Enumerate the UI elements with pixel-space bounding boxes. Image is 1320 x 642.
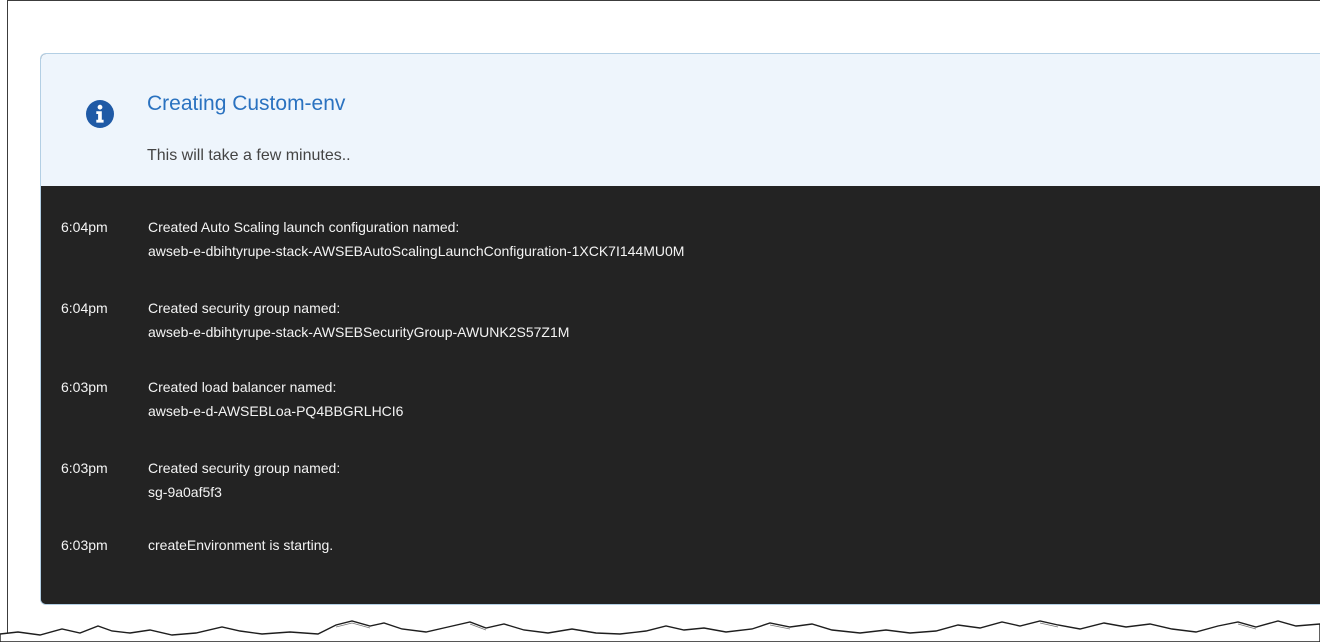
event-message: Created load balancer named: xyxy=(148,379,337,395)
event-message: Created Auto Scaling launch configuratio… xyxy=(148,219,460,235)
status-subtitle: This will take a few minutes.. xyxy=(147,147,351,164)
environment-status-panel: Creating Custom-env This will take a few… xyxy=(40,53,1320,605)
event-time: 6:03pm xyxy=(61,537,108,553)
torn-paper-edge xyxy=(0,620,1320,642)
event-time: 6:03pm xyxy=(61,379,108,395)
event-message: Created security group named: xyxy=(148,460,341,476)
page-title: Creating Custom-env xyxy=(147,92,346,115)
event-time: 6:04pm xyxy=(61,219,108,235)
event-resource-name: sg-9a0af5f3 xyxy=(148,484,222,500)
event-time: 6:03pm xyxy=(61,460,108,476)
status-header: Creating Custom-env This will take a few… xyxy=(41,54,1320,186)
screenshot-frame: Creating Custom-env This will take a few… xyxy=(0,0,1320,642)
event-message: createEnvironment is starting. xyxy=(148,537,334,553)
event-resource-name: awseb-e-d-AWSEBLoa-PQ4BBGRLHCI6 xyxy=(148,403,404,419)
event-resource-name: awseb-e-dbihtyrupe-stack-AWSEBAutoScalin… xyxy=(148,243,685,259)
event-resource-name: awseb-e-dbihtyrupe-stack-AWSEBSecurityGr… xyxy=(148,324,570,340)
event-message: Created security group named: xyxy=(148,300,341,316)
event-log: 6:04pm Created Auto Scaling launch confi… xyxy=(41,186,1320,604)
info-icon xyxy=(86,100,114,128)
event-time: 6:04pm xyxy=(61,300,108,316)
